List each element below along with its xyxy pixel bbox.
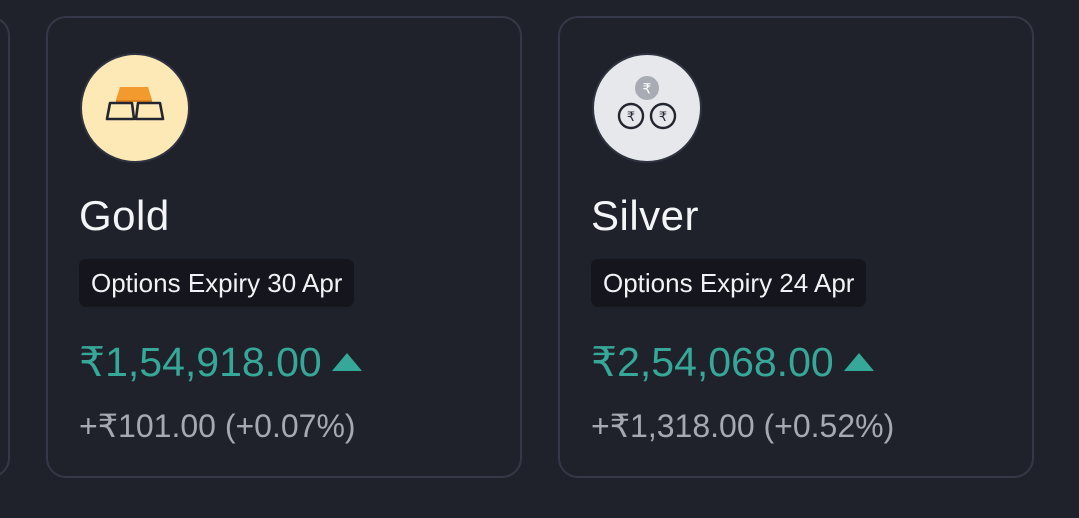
current-price: ₹2,54,068.00: [591, 339, 834, 385]
commodity-name: Silver: [591, 192, 700, 239]
commodity-card-silver[interactable]: ₹ ₹ ₹ Silver Options Expiry 24 Apr ₹2,54…: [558, 16, 1034, 478]
trend-up-icon: [331, 353, 362, 371]
gold-bars-icon: [80, 53, 190, 163]
options-expiry-badge: Options Expiry 24 Apr: [591, 259, 867, 307]
svg-text:₹: ₹: [627, 110, 635, 125]
commodity-name: Gold: [79, 192, 170, 239]
current-price: ₹1,54,918.00: [79, 339, 322, 385]
price-change: +₹1,318.00 (+0.52%): [591, 408, 895, 444]
commodity-card-gold[interactable]: Gold Options Expiry 30 Apr ₹1,54,918.00 …: [46, 16, 522, 478]
svg-text:₹: ₹: [643, 82, 652, 98]
rupee-coins-icon: ₹ ₹ ₹: [592, 53, 702, 163]
price-row: ₹1,54,918.00: [79, 338, 362, 386]
price-change: +₹101.00 (+0.07%): [79, 408, 356, 444]
price-row: ₹2,54,068.00: [591, 338, 874, 386]
options-expiry-badge: Options Expiry 30 Apr: [79, 259, 355, 307]
trend-up-icon: [843, 353, 874, 371]
svg-text:₹: ₹: [659, 110, 667, 125]
commodity-cards-strip: Gold Options Expiry 30 Apr ₹1,54,918.00 …: [0, 0, 1079, 518]
previous-commodity-card[interactable]: [0, 16, 10, 478]
